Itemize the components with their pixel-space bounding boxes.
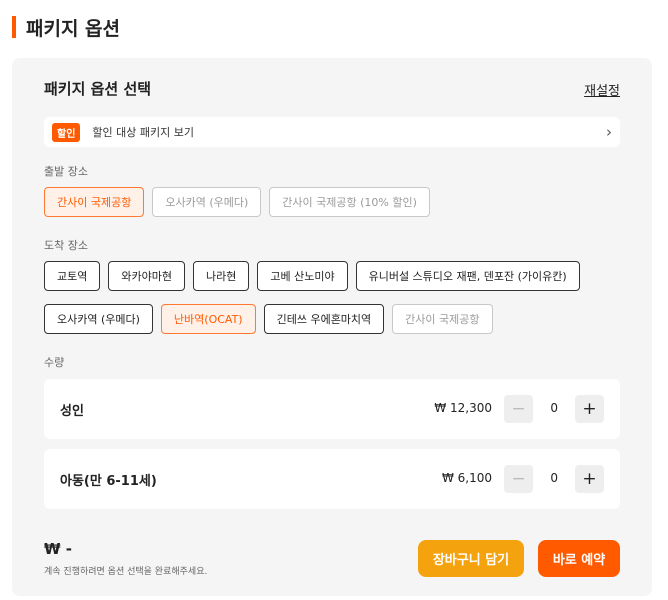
package-option-card: 패키지 옵션 선택 재설정 할인 할인 대상 패키지 보기 › 출발 장소 간사… — [12, 58, 652, 596]
arrival-option-nara[interactable]: 나라현 — [192, 261, 250, 291]
section-title: 패키지 옵션 — [26, 17, 121, 40]
quantity-row-price: ₩ 6,100 — [441, 471, 492, 485]
arrival-option-kyoto-station[interactable]: 교토역 — [44, 261, 101, 291]
chevron-right-icon: › — [606, 123, 612, 141]
departure-label: 출발 장소 — [44, 165, 88, 178]
departure-option-kansai-airport[interactable]: 간사이 국제공항 — [44, 187, 145, 217]
discount-badge: 할인 — [52, 122, 81, 142]
section-header: 패키지 옵션 — [12, 14, 120, 40]
quantity-row-child: 아동(만 6-11세) ₩ 6,100 − 0 + — [44, 449, 620, 509]
quantity-value: 0 — [550, 471, 558, 485]
discount-package-row[interactable]: 할인 할인 대상 패키지 보기 › — [44, 117, 620, 147]
departure-options: 간사이 국제공항 오사카역 (우메다) 간사이 국제공항 (10% 할인) — [44, 187, 430, 217]
departure-option-osaka-station[interactable]: 오사카역 (우메다) — [152, 187, 262, 217]
book-now-button[interactable]: 바로 예약 — [538, 540, 620, 577]
arrival-option-namba-ocat[interactable]: 난바역(OCAT) — [160, 304, 256, 334]
reset-link[interactable]: 재설정 — [584, 80, 620, 99]
arrival-options-row-2: 오사카역 (우메다) 난바역(OCAT) 긴테쓰 우에혼마치역 간사이 국제공항 — [44, 304, 493, 334]
increment-button[interactable]: + — [575, 395, 604, 423]
card-header: 패키지 옵션 선택 재설정 — [44, 78, 620, 100]
quantity-row-label: 성인 — [60, 404, 84, 419]
add-to-cart-button[interactable]: 장바구니 담기 — [418, 540, 524, 577]
card-title: 패키지 옵션 선택 — [44, 80, 152, 98]
arrival-options-row-1: 교토역 와카야마현 나라현 고베 산노미야 유니버설 스튜디오 재팬, 덴포잔 … — [44, 261, 580, 291]
arrival-option-kobe-sannomiya[interactable]: 고베 산노미야 — [257, 261, 348, 291]
quantity-row-price: ₩ 12,300 — [434, 401, 492, 415]
quantity-row-adult: 성인 ₩ 12,300 − 0 + — [44, 379, 620, 439]
decrement-button[interactable]: − — [504, 465, 533, 493]
arrival-option-wakayama[interactable]: 와카야마현 — [108, 261, 185, 291]
decrement-button[interactable]: − — [504, 395, 533, 423]
arrival-option-kansai-airport[interactable]: 간사이 국제공항 — [392, 304, 493, 334]
quantity-value: 0 — [550, 401, 558, 415]
quantity-label: 수량 — [44, 356, 65, 369]
arrival-option-kintetsu-uehommachi[interactable]: 긴테쓰 우에혼마치역 — [263, 304, 385, 334]
arrival-option-universal-studios[interactable]: 유니버설 스튜디오 재팬, 덴포잔 (가이유칸) — [355, 261, 580, 291]
total-note: 계속 진행하려면 옵션 선택을 완료해주세요. — [44, 567, 208, 577]
discount-text: 할인 대상 패키지 보기 — [92, 126, 194, 139]
arrival-option-osaka-station[interactable]: 오사카역 (우메다) — [44, 304, 153, 334]
section-accent-bar — [12, 16, 16, 38]
total-amount: ₩ - — [44, 540, 72, 558]
quantity-row-label: 아동(만 6-11세) — [60, 474, 157, 489]
arrival-label: 도착 장소 — [44, 239, 88, 252]
departure-option-kansai-airport-discount[interactable]: 간사이 국제공항 (10% 할인) — [269, 187, 430, 217]
increment-button[interactable]: + — [575, 465, 604, 493]
